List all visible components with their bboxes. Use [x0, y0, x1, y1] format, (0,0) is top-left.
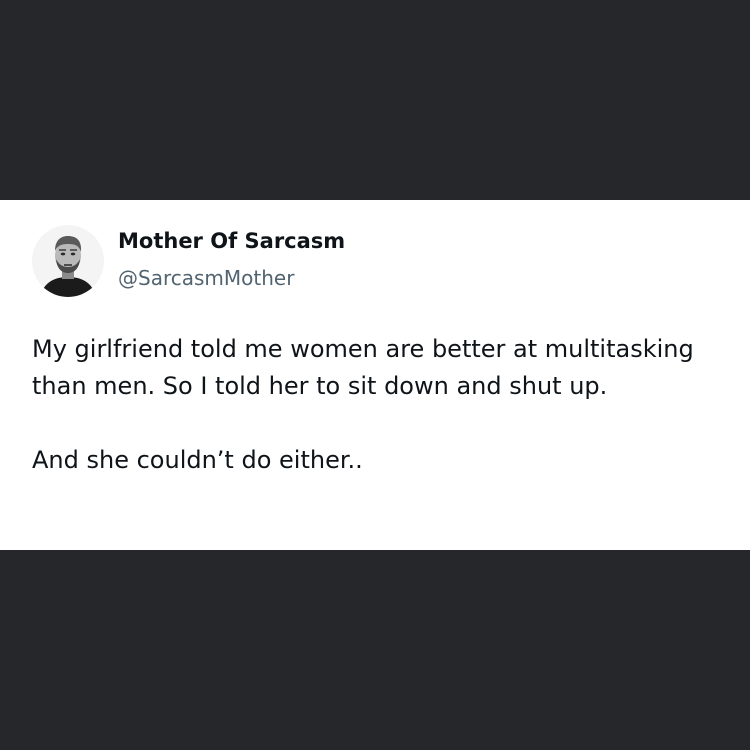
- author-name[interactable]: Mother Of Sarcasm: [118, 229, 345, 253]
- tweet-paragraph: My girlfriend told me women are better a…: [32, 335, 694, 400]
- tweet-card: Mother Of Sarcasm @SarcasmMother My girl…: [0, 200, 750, 550]
- author-handle[interactable]: @SarcasmMother: [118, 266, 294, 290]
- profile-photo-icon: [32, 225, 104, 297]
- screenshot-canvas: Mother Of Sarcasm @SarcasmMother My girl…: [0, 0, 750, 750]
- avatar[interactable]: [32, 225, 104, 297]
- tweet-text: My girlfriend told me women are better a…: [32, 331, 722, 479]
- tweet-paragraph: And she couldn’t do either..: [32, 446, 363, 474]
